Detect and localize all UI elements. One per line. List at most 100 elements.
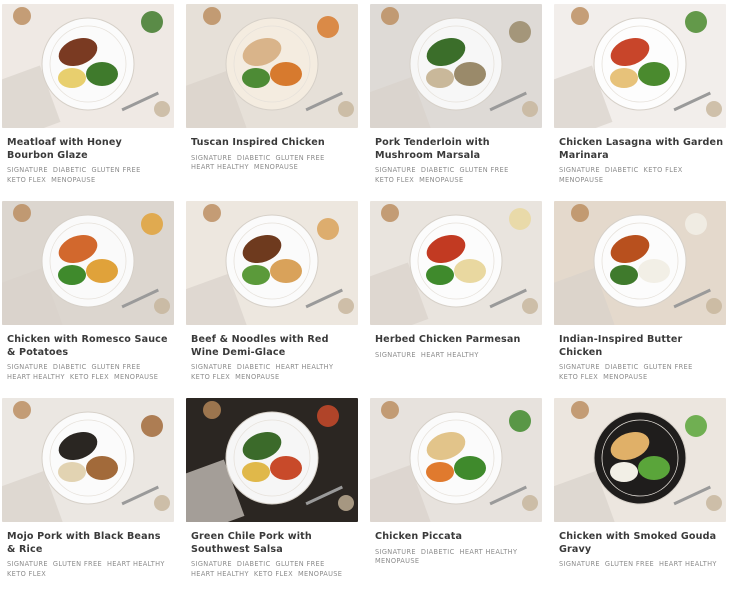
meal-grid: Meatloaf with Honey Bourbon Glaze Signatu… xyxy=(2,4,726,591)
meal-photo[interactable] xyxy=(370,398,542,522)
meal-photo[interactable] xyxy=(186,398,358,522)
meal-card[interactable]: Pork Tenderloin with Mushroom Marsala Sig… xyxy=(370,4,542,197)
meal-photo[interactable] xyxy=(186,4,358,128)
meal-card[interactable]: Indian-Inspired Butter Chicken Signature D… xyxy=(554,201,726,394)
diet-tag: Diabetic xyxy=(604,363,639,371)
diet-tag: Diabetic xyxy=(52,363,87,371)
diet-tag: Gluten Free xyxy=(643,363,693,371)
diet-tag: Gluten Free xyxy=(275,153,325,162)
diet-tag: Diabetic xyxy=(236,153,271,162)
diet-tag: Gluten Free xyxy=(275,560,325,568)
meal-tags: Signature Diabetic Keto Flex Menopause xyxy=(554,166,726,185)
meal-tags: Signature Diabetic Gluten Free Keto Flex Men… xyxy=(554,363,726,382)
diet-tag: Signature xyxy=(559,166,600,174)
meal-photo[interactable] xyxy=(186,201,358,325)
meal-card[interactable]: Tuscan Inspired Chicken Signature Diabetic… xyxy=(186,4,358,197)
meal-card[interactable]: Chicken with Smoked Gouda Gravy Signature… xyxy=(554,398,726,591)
meal-photo[interactable] xyxy=(2,201,174,325)
meal-tags: Signature Diabetic Gluten Free Keto Flex Men… xyxy=(2,166,174,185)
meal-title[interactable]: Chicken with Smoked Gouda Gravy xyxy=(554,531,726,556)
diet-tag: Diabetic xyxy=(420,547,455,556)
meal-card[interactable]: Chicken Lasagna with Garden Marinara Sign… xyxy=(554,4,726,197)
meal-tags: Signature Gluten Free Heart Healthy xyxy=(554,560,726,570)
meal-card[interactable]: Green Chile Pork with Southwest Salsa Sig… xyxy=(186,398,358,591)
meal-tags: Signature Diabetic Heart Healthy Keto Flex M… xyxy=(186,363,358,382)
diet-tag: Signature xyxy=(7,166,48,174)
meal-photo[interactable] xyxy=(554,4,726,128)
meal-tags: Signature Diabetic Gluten Free Keto Flex Men… xyxy=(370,166,542,185)
diet-tag: Diabetic xyxy=(604,166,639,174)
diet-tag: Signature xyxy=(375,350,416,359)
diet-tag: Signature xyxy=(375,547,416,556)
diet-tag: Gluten Free xyxy=(604,560,654,568)
diet-tag: Signature xyxy=(191,560,232,568)
diet-tag: Keto Flex xyxy=(375,175,415,184)
meal-photo[interactable] xyxy=(2,4,174,128)
meal-title[interactable]: Meatloaf with Honey Bourbon Glaze xyxy=(2,137,174,162)
diet-tag: Signature xyxy=(7,363,48,371)
diet-tag: Signature xyxy=(191,153,232,162)
diet-tag: Diabetic xyxy=(236,560,271,568)
diet-tag: Diabetic xyxy=(420,166,455,174)
meal-photo[interactable] xyxy=(554,201,726,325)
diet-tag: Menopause xyxy=(113,372,159,381)
diet-tag: Signature xyxy=(191,363,232,371)
diet-tag: Heart Healthy xyxy=(459,547,518,556)
meal-tags: Signature Diabetic Gluten Free Heart Health… xyxy=(2,363,174,382)
meal-card[interactable]: Herbed Chicken Parmesan Signature Heart He… xyxy=(370,201,542,394)
meal-photo[interactable] xyxy=(370,201,542,325)
meal-title[interactable]: Mojo Pork with Black Beans & Rice xyxy=(2,531,174,556)
diet-tag: Keto Flex xyxy=(7,175,47,184)
meal-card[interactable]: Mojo Pork with Black Beans & Rice Signatu… xyxy=(2,398,174,591)
diet-tag: Keto Flex xyxy=(7,569,47,578)
meal-photo[interactable] xyxy=(2,398,174,522)
diet-tag: Signature xyxy=(375,166,416,174)
diet-tag: Heart Healthy xyxy=(106,560,165,568)
diet-tag: Menopause xyxy=(559,175,604,184)
meal-photo[interactable] xyxy=(370,4,542,128)
meal-title[interactable]: Chicken Lasagna with Garden Marinara xyxy=(554,137,726,162)
diet-tag: Heart Healthy xyxy=(275,363,334,371)
diet-tag: Keto Flex xyxy=(191,372,231,381)
meal-card[interactable]: Chicken with Romesco Sauce & Potatoes Sig… xyxy=(2,201,174,394)
diet-tag: Menopause xyxy=(235,372,280,381)
diet-tag: Gluten Free xyxy=(91,363,141,371)
meal-title[interactable]: Tuscan Inspired Chicken xyxy=(186,137,358,150)
diet-tag: Menopause xyxy=(51,175,96,184)
diet-tag: Keto Flex xyxy=(69,372,109,381)
diet-tag: Keto Flex xyxy=(559,372,599,381)
meal-title[interactable]: Pork Tenderloin with Mushroom Marsala xyxy=(370,137,542,162)
meal-tags: Signature Diabetic Gluten Free Heart Health… xyxy=(186,154,358,173)
meal-title[interactable]: Indian-Inspired Butter Chicken xyxy=(554,334,726,359)
meal-title[interactable]: Herbed Chicken Parmesan xyxy=(370,334,542,347)
diet-tag: Keto Flex xyxy=(253,569,293,578)
diet-tag: Keto Flex xyxy=(643,166,683,174)
diet-tag: Menopause xyxy=(419,175,464,184)
meal-card[interactable]: Beef & Noodles with Red Wine Demi-Glace S… xyxy=(186,201,358,394)
diet-tag: Diabetic xyxy=(236,363,271,371)
diet-tag: Menopause xyxy=(253,163,299,172)
meal-title[interactable]: Green Chile Pork with Southwest Salsa xyxy=(186,531,358,556)
meal-tags: Signature Diabetic Heart Healthy Menopause xyxy=(370,548,542,567)
meal-card[interactable]: Meatloaf with Honey Bourbon Glaze Signatu… xyxy=(2,4,174,197)
diet-tag: Diabetic xyxy=(52,166,87,174)
meal-tags: Signature Heart Healthy xyxy=(370,351,542,361)
diet-tag: Gluten Free xyxy=(52,560,102,568)
meal-tags: Signature Diabetic Gluten Free Heart Health… xyxy=(186,560,358,579)
diet-tag: Gluten Free xyxy=(459,166,509,174)
meal-title[interactable]: Chicken with Romesco Sauce & Potatoes xyxy=(2,334,174,359)
diet-tag: Heart Healthy xyxy=(7,372,65,381)
meal-photo[interactable] xyxy=(554,398,726,522)
diet-tag: Heart Healthy xyxy=(420,350,479,359)
diet-tag: Signature xyxy=(7,560,48,568)
meal-title[interactable]: Beef & Noodles with Red Wine Demi-Glace xyxy=(186,334,358,359)
meal-card[interactable]: Chicken Piccata Signature Diabetic Heart He… xyxy=(370,398,542,591)
diet-tag: Heart Healthy xyxy=(191,163,249,172)
diet-tag: Menopause xyxy=(375,557,420,566)
diet-tag: Menopause xyxy=(297,569,343,578)
diet-tag: Signature xyxy=(559,363,600,371)
diet-tag: Heart Healthy xyxy=(658,560,717,568)
meal-title[interactable]: Chicken Piccata xyxy=(370,531,542,544)
diet-tag: Menopause xyxy=(603,372,648,381)
diet-tag: Signature xyxy=(559,560,600,568)
